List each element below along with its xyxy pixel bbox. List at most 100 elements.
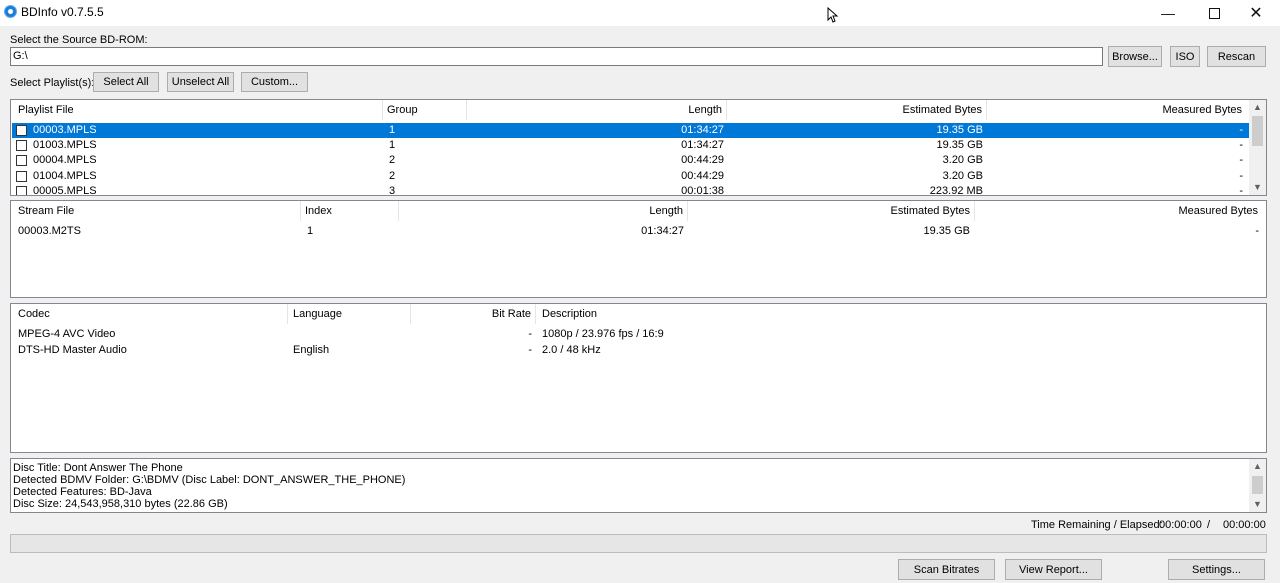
playlist-checkbox[interactable]	[16, 140, 27, 151]
column-header-measured-bytes[interactable]: Measured Bytes	[976, 201, 1262, 221]
playlist-estimated-bytes: 19.35 GB	[936, 139, 983, 151]
scan-bitrates-button[interactable]: Scan Bitrates	[898, 559, 995, 580]
codec-name: MPEG-4 AVC Video	[18, 328, 116, 340]
playlist-row[interactable]: 00003.MPLS 1 01:34:27 19.35 GB -	[12, 123, 1249, 138]
playlist-checkbox[interactable]	[16, 125, 27, 136]
playlist-checkbox[interactable]	[16, 186, 27, 195]
playlist-estimated-bytes: 3.20 GB	[942, 170, 983, 182]
column-header-codec[interactable]: Codec	[18, 304, 288, 324]
playlist-measured-bytes: -	[1239, 124, 1243, 136]
playlist-group: 2	[389, 154, 396, 166]
playlist-row[interactable]: 00005.MPLS 3 00:01:38 223.92 MB -	[12, 184, 1249, 196]
playlist-length: 00:01:38	[681, 185, 724, 196]
stream-file: 00003.M2TS	[18, 225, 81, 237]
scroll-up-icon[interactable]: ▲	[1249, 100, 1266, 115]
playlist-group: 1	[389, 139, 396, 151]
stream-measured-bytes: -	[1255, 225, 1259, 237]
playlist-file: 00005.MPLS	[33, 185, 97, 196]
browse-button[interactable]: Browse...	[1108, 46, 1162, 67]
select-playlists-label: Select Playlist(s):	[10, 77, 95, 89]
playlist-group: 3	[389, 185, 396, 196]
log-scrollbar[interactable]: ▲ ▼	[1249, 459, 1266, 512]
source-label: Select the Source BD-ROM:	[10, 34, 148, 46]
playlist-length: 01:34:27	[681, 124, 724, 136]
source-path-input[interactable]: G:\	[10, 47, 1103, 66]
column-header-group[interactable]: Group	[387, 100, 467, 120]
time-remaining-value: 00:00:00	[1159, 519, 1202, 531]
playlist-list[interactable]: Playlist File Group Length Estimated Byt…	[10, 99, 1267, 196]
scroll-thumb[interactable]	[1252, 116, 1263, 146]
bdinfo-disc-icon	[4, 5, 17, 18]
playlist-group: 1	[389, 124, 396, 136]
playlist-checkbox[interactable]	[16, 155, 27, 166]
title-bar	[0, 0, 1280, 26]
time-remaining-label: Time Remaining / Elapsed:	[1031, 519, 1163, 531]
scan-progress-bar	[10, 534, 1267, 553]
playlist-estimated-bytes: 223.92 MB	[929, 185, 983, 196]
playlist-row[interactable]: 01004.MPLS 2 00:44:29 3.20 GB -	[12, 169, 1249, 184]
scroll-thumb[interactable]	[1252, 476, 1263, 494]
playlist-checkbox[interactable]	[16, 171, 27, 182]
playlist-measured-bytes: -	[1239, 170, 1243, 182]
column-header-estimated-bytes[interactable]: Estimated Bytes	[728, 100, 987, 120]
playlist-row[interactable]: 01003.MPLS 1 01:34:27 19.35 GB -	[12, 138, 1249, 153]
column-header-index[interactable]: Index	[305, 201, 399, 221]
column-header-measured-bytes[interactable]: Measured Bytes	[988, 100, 1246, 120]
playlist-scrollbar[interactable]: ▲ ▼	[1249, 100, 1266, 195]
playlist-measured-bytes: -	[1239, 139, 1243, 151]
column-header-estimated-bytes[interactable]: Estimated Bytes	[689, 201, 975, 221]
rescan-button[interactable]: Rescan	[1207, 46, 1266, 67]
settings-button[interactable]: Settings...	[1168, 559, 1265, 580]
stream-length: 01:34:27	[641, 225, 684, 237]
playlist-length: 00:44:29	[681, 154, 724, 166]
playlist-measured-bytes: -	[1239, 185, 1243, 196]
scroll-up-icon[interactable]: ▲	[1249, 459, 1266, 474]
iso-button[interactable]: ISO	[1170, 46, 1200, 67]
codec-row[interactable]: DTS-HD Master Audio English - 2.0 / 48 k…	[12, 343, 1265, 358]
unselect-all-button[interactable]: Unselect All	[167, 72, 234, 92]
column-header-bit-rate[interactable]: Bit Rate	[412, 304, 536, 324]
playlist-length: 01:34:27	[681, 139, 724, 151]
window-title: BDInfo v0.7.5.5	[21, 5, 104, 19]
log-line: Detected Features: BD-Java	[13, 486, 152, 498]
playlist-group: 2	[389, 170, 396, 182]
log-line: Disc Size: 24,543,958,310 bytes (22.86 G…	[13, 498, 228, 510]
column-header-stream-file[interactable]: Stream File	[18, 201, 301, 221]
column-header-length[interactable]: Length	[468, 100, 727, 120]
minimize-icon[interactable]: —	[1145, 0, 1191, 26]
codec-row[interactable]: MPEG-4 AVC Video - 1080p / 23.976 fps / …	[12, 327, 1265, 342]
codec-list[interactable]: Codec Language Bit Rate Description MPEG…	[10, 303, 1267, 453]
close-icon[interactable]: ✕	[1233, 0, 1279, 26]
playlist-estimated-bytes: 3.20 GB	[942, 154, 983, 166]
playlist-row[interactable]: 00004.MPLS 2 00:44:29 3.20 GB -	[12, 153, 1249, 168]
playlist-file: 00004.MPLS	[33, 154, 97, 166]
stream-estimated-bytes: 19.35 GB	[923, 225, 970, 237]
codec-bit-rate: -	[528, 328, 532, 340]
playlist-file: 01003.MPLS	[33, 139, 97, 151]
column-header-playlist-file[interactable]: Playlist File	[18, 100, 383, 120]
scroll-down-icon[interactable]: ▼	[1249, 497, 1266, 512]
stream-index: 1	[307, 225, 314, 237]
custom-button[interactable]: Custom...	[241, 72, 308, 92]
playlist-file: 00003.MPLS	[33, 124, 97, 136]
mouse-cursor-icon	[827, 7, 839, 23]
column-header-language[interactable]: Language	[293, 304, 411, 324]
playlist-file: 01004.MPLS	[33, 170, 97, 182]
codec-bit-rate: -	[528, 344, 532, 356]
playlist-length: 00:44:29	[681, 170, 724, 182]
column-header-length[interactable]: Length	[400, 201, 688, 221]
stream-list[interactable]: Stream File Index Length Estimated Bytes…	[10, 200, 1267, 298]
stream-row[interactable]: 00003.M2TS 1 01:34:27 19.35 GB -	[12, 224, 1265, 239]
time-elapsed-value: 00:00:00	[1223, 519, 1266, 531]
log-line: Disc Title: Dont Answer The Phone	[13, 462, 183, 474]
scroll-down-icon[interactable]: ▼	[1249, 180, 1266, 195]
maximize-icon[interactable]	[1191, 0, 1237, 26]
playlist-measured-bytes: -	[1239, 154, 1243, 166]
select-all-button[interactable]: Select All	[93, 72, 159, 92]
codec-description: 1080p / 23.976 fps / 16:9	[542, 328, 664, 340]
codec-language: English	[293, 344, 330, 356]
view-report-button[interactable]: View Report...	[1005, 559, 1102, 580]
disc-info-log[interactable]: Disc Title: Dont Answer The Phone Detect…	[10, 458, 1267, 513]
column-header-description[interactable]: Description	[542, 304, 842, 324]
time-separator: /	[1207, 519, 1211, 531]
